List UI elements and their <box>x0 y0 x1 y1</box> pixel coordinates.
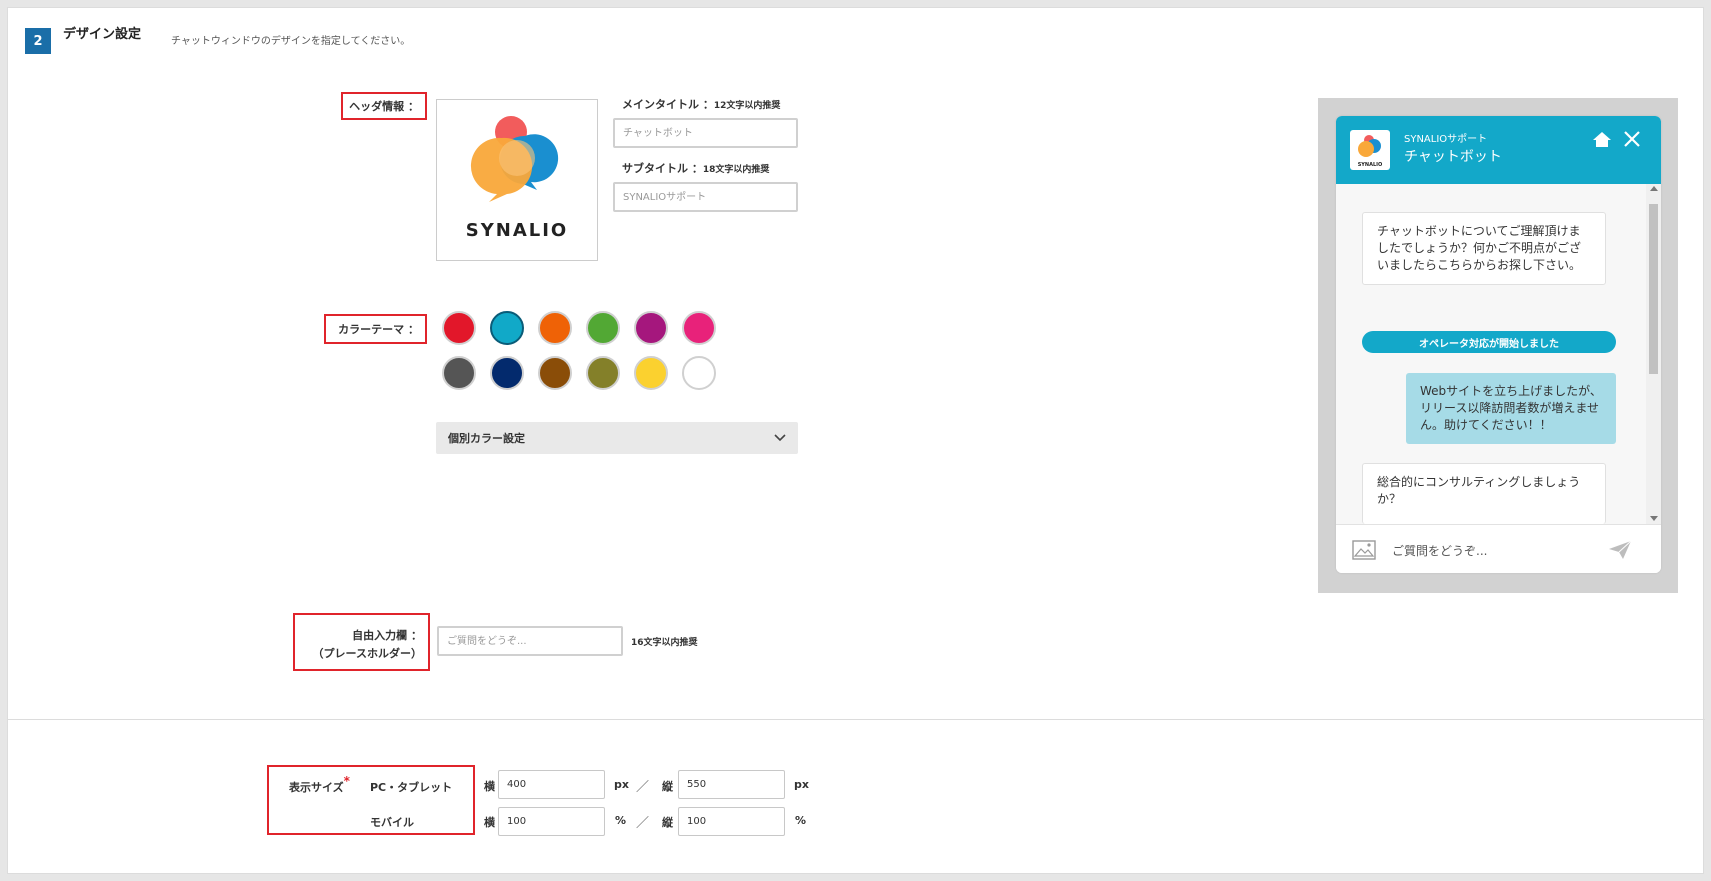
display-size-label: 表示サイズ* <box>289 774 350 794</box>
pc-height-input[interactable] <box>678 770 785 799</box>
mobile-height-label: 縦 <box>662 816 673 829</box>
main-title-label: メインタイトル ：12文字以内推奨 <box>622 98 781 111</box>
color-swatch[interactable] <box>586 356 620 390</box>
mobile-label: モバイル <box>370 816 414 829</box>
mobile-height-input[interactable] <box>678 807 785 836</box>
color-swatch[interactable] <box>586 311 620 345</box>
section-divider <box>8 719 1705 720</box>
logo-upload-box[interactable]: SYNALIO <box>436 99 598 261</box>
chat-logo-icon: SYNALIO <box>1350 130 1390 170</box>
color-swatch[interactable] <box>682 356 716 390</box>
pc-height-label: 縦 <box>662 780 673 793</box>
chevron-down-icon <box>774 434 786 442</box>
color-theme-label: カラーテーマ ： <box>324 314 427 344</box>
mobile-width-label: 横 <box>484 816 495 829</box>
display-size-label-box: 表示サイズ* PC・タブレット モバイル <box>267 765 475 835</box>
placeholder-hint: 16文字以内推奨 <box>631 638 698 648</box>
placeholder-input[interactable] <box>437 626 623 656</box>
chat-header: SYNALIO SYNALIOサポート チャットボット <box>1336 116 1661 184</box>
mobile-width-input[interactable] <box>498 807 605 836</box>
individual-color-label: 個別カラー設定 <box>448 432 525 445</box>
section-description: チャットウィンドウのデザインを指定してください。 <box>171 36 411 47</box>
home-icon[interactable] <box>1591 130 1613 150</box>
chat-scroll-thumb[interactable] <box>1649 204 1658 374</box>
color-swatch-grid <box>442 311 716 401</box>
pc-width-label: 横 <box>484 780 495 793</box>
pc-separator: ／ <box>636 780 650 795</box>
color-swatch[interactable] <box>442 356 476 390</box>
mobile-width-unit: % <box>615 814 627 827</box>
send-icon[interactable] <box>1608 540 1632 560</box>
svg-text:SYNALIO: SYNALIO <box>1358 162 1383 168</box>
section-title: デザイン設定 <box>63 27 142 42</box>
logo-wordmark: SYNALIO <box>465 220 569 241</box>
chat-header-title: チャットボット <box>1404 149 1502 165</box>
color-swatch[interactable] <box>538 356 572 390</box>
pc-width-input[interactable] <box>498 770 605 799</box>
pc-width-unit: px <box>614 778 629 791</box>
scroll-down-arrow-icon[interactable] <box>1650 516 1658 521</box>
operator-notice: オペレータ対応が開始しました <box>1362 331 1616 353</box>
chat-header-subtitle: SYNALIOサポート <box>1404 134 1488 145</box>
bot-message: チャットボットについてご理解頂けましたでしょうか？何かご不明点がございましたらこ… <box>1362 212 1606 285</box>
image-upload-icon[interactable] <box>1352 540 1376 560</box>
chat-input-placeholder[interactable]: ご質問をどうぞ... <box>1392 542 1487 559</box>
chat-window-preview: SYNALIO SYNALIOサポート チャットボット チャットボットについてご… <box>1336 116 1661 573</box>
mobile-separator: ／ <box>636 816 650 831</box>
color-swatch[interactable] <box>538 311 572 345</box>
chat-input-bar: ご質問をどうぞ... <box>1336 524 1661 573</box>
color-swatch[interactable] <box>634 356 668 390</box>
pc-height-unit: px <box>794 778 809 791</box>
color-swatch[interactable] <box>442 311 476 345</box>
design-settings-panel: 2 デザイン設定 チャットウィンドウのデザインを指定してください。 ヘッダ情報 … <box>7 7 1705 874</box>
sub-title-input[interactable] <box>613 182 798 212</box>
free-input-label: 自由入力欄 ： （プレースホルダー） <box>293 613 430 671</box>
pc-tablet-label: PC・タブレット <box>370 781 453 794</box>
bot-message: 総合的にコンサルティングしましょうか？ <box>1362 463 1606 524</box>
individual-color-accordion[interactable]: 個別カラー設定 <box>436 422 798 454</box>
color-swatch[interactable] <box>634 311 668 345</box>
user-message: Webサイトを立ち上げましたが、リリース以降訪問者数が増えません。助けてください… <box>1406 373 1616 444</box>
color-swatch[interactable] <box>682 311 716 345</box>
chat-messages: チャットボットについてご理解頂けましたでしょうか？何かご不明点がございましたらこ… <box>1336 184 1661 524</box>
color-swatch[interactable] <box>490 311 524 345</box>
mobile-height-unit: % <box>795 814 807 827</box>
color-swatch[interactable] <box>490 356 524 390</box>
scroll-up-arrow-icon[interactable] <box>1650 186 1658 191</box>
main-title-input[interactable] <box>613 118 798 148</box>
step-badge: 2 <box>25 28 51 54</box>
close-icon[interactable] <box>1623 130 1641 148</box>
header-info-label: ヘッダ情報 ： <box>341 92 427 120</box>
sub-title-label: サブタイトル ：18文字以内推奨 <box>622 162 770 175</box>
